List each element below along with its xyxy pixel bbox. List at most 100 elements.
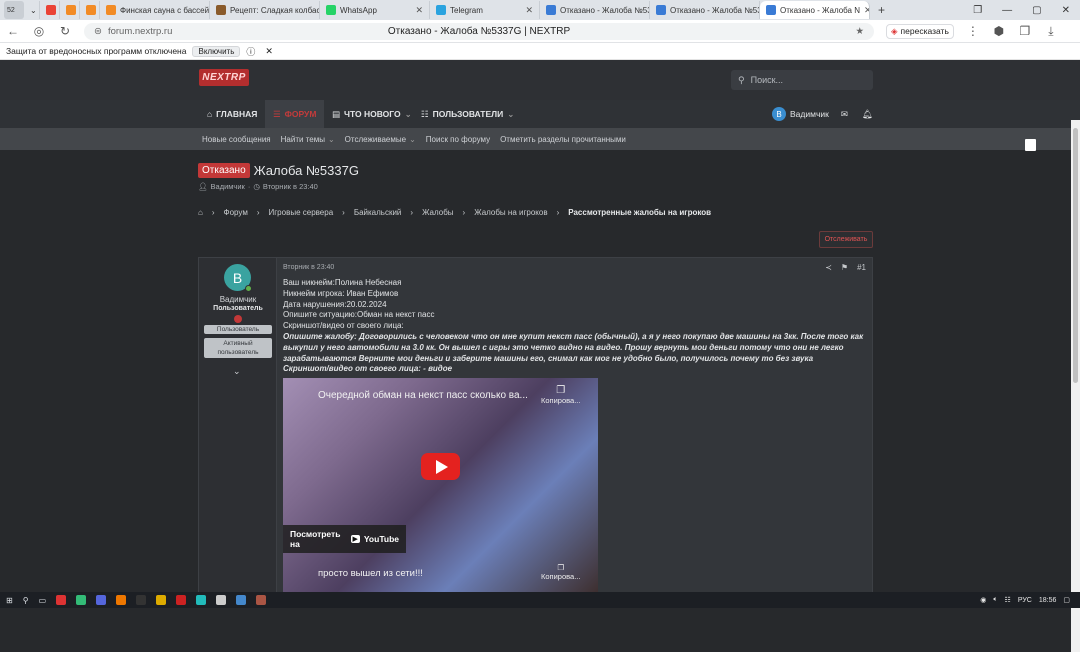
thread-date[interactable]: Вторник в 23:40: [263, 182, 318, 191]
browser-icon[interactable]: [56, 595, 67, 605]
chevron-down-icon: ⌄: [327, 134, 335, 144]
browser-tab-label: Рецепт: Сладкая колбас: [230, 5, 320, 15]
follow-button[interactable]: Отслеживать: [819, 231, 873, 248]
download-icon[interactable]: ⤓: [1044, 24, 1058, 39]
mail-icon[interactable]: ✉: [841, 109, 848, 120]
post-text: Ваш никнейм:Полина Небесная Никнейм игро…: [283, 278, 868, 375]
scrollbar-thumb[interactable]: [1073, 128, 1078, 383]
app-icon[interactable]: [116, 595, 127, 605]
video-title-2[interactable]: просто вышел из сети!!!: [318, 568, 423, 579]
network-icon[interactable]: ☷: [1005, 596, 1011, 604]
user-menu[interactable]: B Вадимчик ✉ 🔔︎: [772, 106, 873, 122]
subnav-item[interactable]: Отметить разделы прочитанными: [500, 135, 626, 144]
chevron-down-icon: ⌄: [30, 5, 37, 15]
protect-icon[interactable]: ⬢: [992, 24, 1006, 38]
nav-users[interactable]: ☷ ПОЛЬЗОВАТЕЛИ ⌄: [413, 100, 522, 128]
subnav-item[interactable]: Поиск по форуму: [426, 135, 490, 144]
subnav-item[interactable]: Новые сообщения: [202, 135, 271, 144]
reload-icon[interactable]: ↻: [58, 24, 72, 38]
browser-tab[interactable]: Рецепт: Сладкая колбас✕: [210, 1, 320, 19]
users-icon: ☷: [421, 108, 429, 119]
browser-tab[interactable]: [60, 1, 80, 19]
share-icon[interactable]: ≺: [825, 263, 832, 272]
browser-tab[interactable]: Отказано - Жалоба №53✕: [650, 1, 760, 19]
breadcrumb-item[interactable]: Форум: [224, 208, 248, 217]
browser-tab[interactable]: Отказано - Жалоба N ✕: [760, 1, 870, 19]
menu-icon[interactable]: ⋮: [966, 24, 980, 38]
post-author-name[interactable]: Вадимчик: [199, 295, 277, 304]
close-tab-icon[interactable]: ✕: [415, 5, 423, 16]
browser-tab[interactable]: [80, 1, 100, 19]
breadcrumb-item[interactable]: Жалобы: [422, 208, 453, 217]
extensions-icon[interactable]: ❐: [1018, 24, 1032, 38]
play-button[interactable]: [421, 453, 460, 480]
chevron-down-icon[interactable]: ⌄: [233, 366, 241, 377]
start-icon[interactable]: ⊞: [6, 596, 13, 605]
nav-home[interactable]: ⌂ ГЛАВНАЯ: [199, 100, 265, 128]
post-number[interactable]: #1: [857, 263, 866, 272]
scrollbar[interactable]: [1071, 120, 1080, 652]
thread-author[interactable]: Вадимчик: [211, 182, 245, 191]
bell-icon[interactable]: 🔔︎: [862, 109, 873, 120]
app-icon[interactable]: [236, 595, 247, 605]
nav-forum[interactable]: ☰ ФОРУМ: [265, 100, 325, 128]
discord-icon[interactable]: [96, 595, 107, 605]
translate-button[interactable]: ◈ пересказать: [886, 23, 954, 39]
copy-link-button[interactable]: ❐ Копирова...: [541, 563, 580, 581]
copy-link-button[interactable]: ❐ Копирова...: [541, 385, 580, 405]
search-icon[interactable]: ⚲: [23, 596, 29, 605]
help-icon[interactable]: ⓘ: [246, 45, 255, 58]
watch-on-youtube-button[interactable]: Посмотреть на ▶ YouTube: [283, 525, 406, 553]
browser-tab[interactable]: Финская сауна с бассейн✕: [100, 1, 210, 19]
tab-counter[interactable]: 52: [4, 1, 24, 19]
site-logo[interactable]: NEXTRP: [199, 69, 249, 86]
minimize-icon[interactable]: —: [1002, 5, 1012, 16]
edge-icon[interactable]: [196, 595, 207, 605]
breadcrumb-item[interactable]: Жалобы на игроков: [474, 208, 547, 217]
new-tab-icon[interactable]: +: [878, 3, 885, 17]
speaker-icon[interactable]: 🔈︎: [993, 596, 997, 604]
app-icon[interactable]: [256, 595, 267, 605]
subnav-item[interactable]: Отслеживаемые: [345, 135, 406, 144]
extension-icon[interactable]: [1025, 139, 1036, 151]
home-icon[interactable]: ⌂: [198, 208, 203, 217]
browser-tab[interactable]: [40, 1, 60, 19]
breadcrumb-item[interactable]: Игровые сервера: [269, 208, 334, 217]
lang-indicator[interactable]: РУС: [1018, 597, 1032, 604]
back-icon[interactable]: ←: [6, 24, 20, 38]
app-icon[interactable]: [176, 595, 187, 605]
app-icon[interactable]: [76, 595, 87, 605]
close-tab-icon[interactable]: ✕: [864, 5, 869, 16]
post-author-panel: B Вадимчик Пользователь Пользователь Акт…: [199, 258, 277, 598]
app-icon[interactable]: [136, 595, 147, 605]
browser-tab[interactable]: Telegram ✕: [430, 1, 540, 19]
restore-icon[interactable]: ❐: [973, 5, 982, 16]
browser-tab[interactable]: WhatsApp ✕: [320, 1, 430, 19]
search-input[interactable]: ⚲ Поиск...: [731, 70, 873, 90]
close-icon[interactable]: ✕: [1062, 5, 1070, 16]
breadcrumb-item[interactable]: Байкальский: [354, 208, 402, 217]
taskview-icon[interactable]: ▭: [39, 596, 47, 605]
app-icon[interactable]: [216, 595, 227, 605]
enable-protection-button[interactable]: Включить: [192, 45, 241, 57]
shield-icon[interactable]: ◎: [32, 24, 46, 38]
close-icon[interactable]: ✕: [265, 46, 273, 57]
notification-icon[interactable]: ▢: [1063, 596, 1070, 604]
favicon-icon: [546, 5, 556, 15]
url-field[interactable]: ⊜ forum.nextrp.ru Отказано - Жалоба №533…: [84, 22, 874, 40]
maximize-icon[interactable]: ▢: [1032, 5, 1041, 16]
close-tab-icon[interactable]: ✕: [525, 5, 533, 16]
subnav-item[interactable]: Найти темы: [281, 135, 325, 144]
discord-tray-icon[interactable]: ◉: [980, 596, 986, 604]
breadcrumb-item[interactable]: Рассмотренные жалобы на игроков: [568, 208, 711, 217]
browser-tab[interactable]: Отказано - Жалоба №53✕: [540, 1, 650, 19]
nav-whats-new[interactable]: ▤ ЧТО НОВОГО ⌄: [324, 100, 420, 128]
bookmark-icon[interactable]: ⚑: [841, 263, 848, 272]
video-title[interactable]: Очередной обман на некст пасс сколько ва…: [318, 390, 528, 401]
youtube-embed[interactable]: Очередной обман на некст пасс сколько ва…: [283, 378, 598, 598]
app-icon[interactable]: [156, 595, 167, 605]
clock[interactable]: 18:56: [1039, 597, 1057, 604]
post-time[interactable]: Вторник в 23:40: [283, 264, 334, 271]
copy-icon: ❐: [556, 385, 566, 396]
tab-list-button[interactable]: ⌄: [24, 1, 40, 19]
